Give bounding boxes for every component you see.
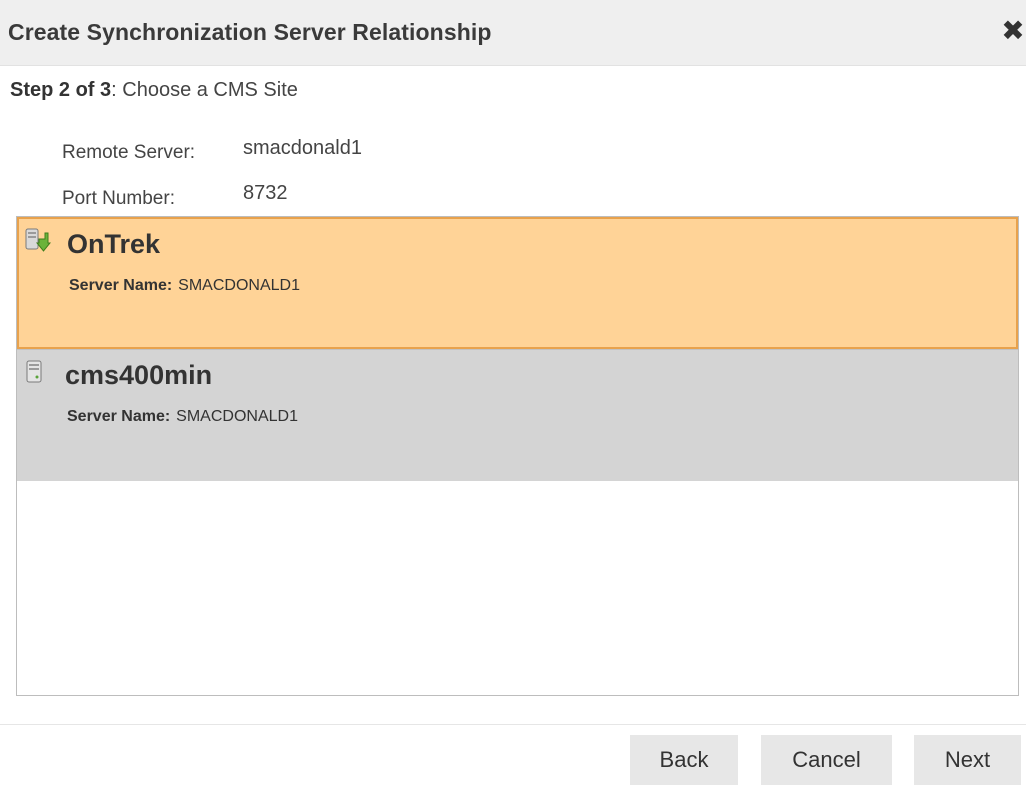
server-name-line: Server Name: SMACDONALD1	[69, 277, 300, 295]
server-download-icon	[23, 227, 52, 255]
server-name-value: SMACDONALD1	[176, 408, 298, 425]
server-name-line: Server Name: SMACDONALD1	[67, 408, 298, 426]
step-description: : Choose a CMS Site	[111, 79, 298, 101]
server-name-value: SMACDONALD1	[178, 277, 300, 294]
create-sync-dialog: Create Synchronization Server Relationsh…	[0, 0, 1026, 785]
dialog-title: Create Synchronization Server Relationsh…	[8, 19, 492, 45]
site-name: cms400min	[65, 360, 213, 390]
site-item-ontrek[interactable]: OnTrek Server Name: SMACDONALD1	[17, 217, 1018, 349]
next-button[interactable]: Next	[914, 735, 1021, 785]
dialog-titlebar: Create Synchronization Server Relationsh…	[0, 0, 1026, 66]
server-icon	[21, 358, 49, 386]
server-name-label: Server Name:	[69, 277, 173, 294]
port-number-value: 8732	[243, 182, 288, 204]
site-item-cms400min[interactable]: cms400min Server Name: SMACDONALD1	[17, 349, 1018, 481]
cancel-button[interactable]: Cancel	[761, 735, 892, 785]
port-number-label: Port Number:	[62, 188, 175, 209]
remote-server-value: smacdonald1	[243, 137, 362, 159]
server-name-label: Server Name:	[67, 408, 171, 425]
footer-divider	[0, 724, 1026, 725]
cms-site-list: OnTrek Server Name: SMACDONALD1 cms400min…	[16, 216, 1019, 696]
step-number: Step 2 of 3	[10, 79, 112, 101]
step-indicator: Step 2 of 3: Choose a CMS Site	[10, 79, 298, 102]
close-icon[interactable]: ✖	[1000, 14, 1026, 48]
remote-server-label: Remote Server:	[62, 142, 196, 163]
site-name: OnTrek	[67, 229, 161, 259]
back-button[interactable]: Back	[630, 735, 738, 785]
